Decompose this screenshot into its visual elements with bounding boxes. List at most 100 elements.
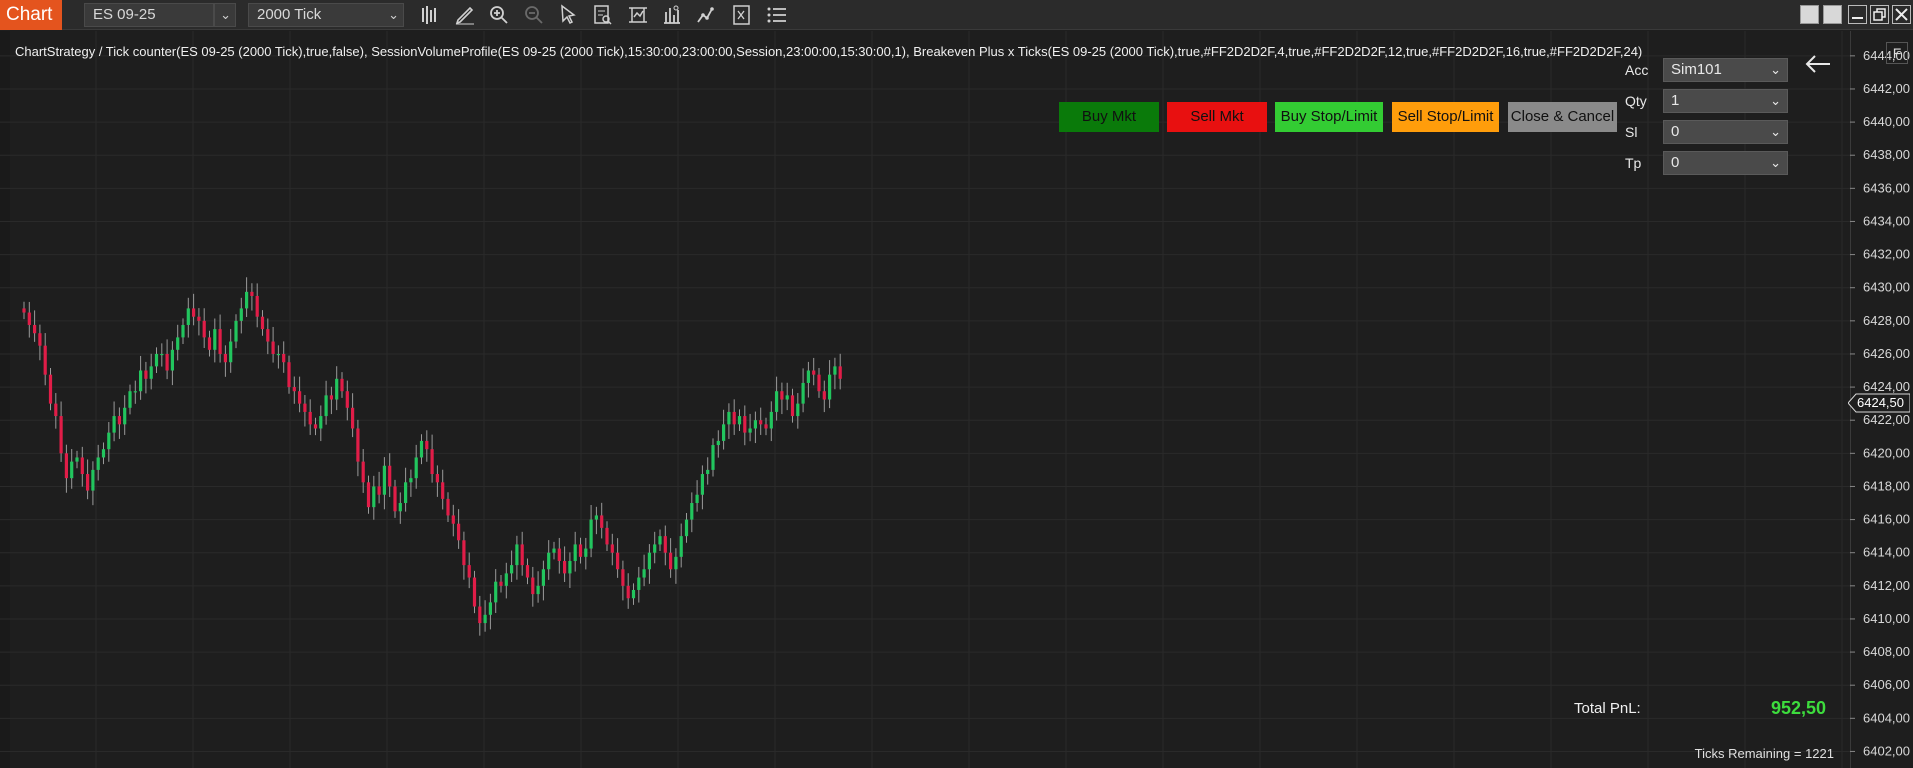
candle-down — [838, 366, 842, 379]
pointer-icon[interactable] — [556, 3, 580, 27]
candle-up — [706, 469, 710, 475]
candle-up — [170, 349, 174, 371]
candle-up — [716, 440, 720, 446]
back-arrow-icon[interactable] — [1804, 52, 1832, 76]
price-tick-label: 6414,00 — [1863, 545, 1910, 560]
period-selector[interactable]: 2000 Tick ⌄ — [248, 3, 404, 27]
candle-down — [361, 461, 365, 483]
instrument-selector[interactable]: ES 09-25 — [84, 3, 214, 27]
candle-down — [287, 362, 291, 388]
chart-style-icon[interactable] — [418, 3, 442, 27]
instrument-dropdown-button[interactable]: ⌄ — [214, 3, 236, 27]
zoom-out-icon[interactable] — [522, 3, 546, 27]
period-selector-value: 2000 Tick — [257, 6, 322, 23]
price-tick-label: 6412,00 — [1863, 578, 1910, 593]
candle-up — [647, 552, 651, 570]
stop-loss-label: Sl — [1625, 124, 1638, 140]
candle-up — [91, 469, 95, 491]
candle-up — [382, 465, 386, 495]
window-pin-button[interactable] — [1800, 5, 1819, 24]
candle-up — [133, 391, 137, 393]
candle-down — [663, 536, 667, 553]
chart-trader-icon[interactable] — [695, 3, 719, 27]
candle-down — [520, 544, 524, 566]
candle-up — [727, 411, 731, 425]
chart-toolbar: Chart ES 09-25 ⌄ 2000 Tick ⌄ — [0, 0, 1913, 30]
close-cancel-button[interactable]: Close & Cancel — [1508, 102, 1617, 132]
stop-loss-select[interactable]: 0 ⌄ — [1663, 120, 1788, 144]
candle-up — [695, 494, 699, 504]
take-profit-select[interactable]: 0 ⌄ — [1663, 151, 1788, 175]
candle-up — [653, 544, 657, 553]
candle-down — [366, 482, 371, 508]
close-icon — [1895, 8, 1908, 21]
chevron-down-icon: ⌄ — [1770, 155, 1781, 170]
candle-up — [324, 395, 328, 417]
restore-button[interactable] — [1870, 5, 1889, 24]
candle-up — [541, 569, 545, 586]
buy-market-button[interactable]: Buy Mkt — [1059, 102, 1159, 132]
candle-up — [552, 548, 556, 553]
buy-stop-limit-button[interactable]: Buy Stop/Limit — [1275, 102, 1383, 132]
candle-up — [769, 411, 773, 429]
candle-down — [669, 552, 673, 570]
data-box-icon[interactable] — [591, 3, 615, 27]
candle-down — [340, 378, 344, 392]
more-menu-icon[interactable] — [765, 3, 789, 27]
ticks-remaining: Ticks Remaining = 1221 — [1694, 746, 1834, 761]
candle-up — [785, 395, 789, 400]
candle-down — [732, 411, 736, 425]
candle-down — [202, 320, 206, 338]
candle-up — [229, 341, 233, 363]
candle-down — [43, 345, 47, 375]
candle-up — [404, 482, 408, 504]
properties-icon[interactable] — [730, 3, 754, 27]
quantity-select-value: 1 — [1671, 92, 1680, 109]
candle-down — [345, 391, 349, 408]
candle-down — [223, 353, 227, 363]
chart-tab[interactable]: Chart — [0, 0, 62, 30]
window-link-button[interactable] — [1823, 5, 1842, 24]
candle-up — [722, 424, 726, 441]
candle-down — [59, 416, 63, 454]
candle-up — [700, 474, 704, 495]
candle-down — [192, 308, 196, 317]
account-select[interactable]: Sim101 ⌄ — [1663, 58, 1788, 82]
price-chart[interactable] — [0, 31, 1850, 768]
candle-down — [48, 374, 53, 404]
candle-down — [435, 474, 439, 483]
candle-up — [674, 556, 678, 570]
candle-down — [207, 337, 212, 350]
candle-down — [425, 440, 429, 450]
price-tick-label: 6402,00 — [1863, 743, 1910, 758]
zoom-in-icon[interactable] — [487, 3, 511, 27]
candle-up — [112, 416, 116, 433]
candle-up — [594, 515, 598, 520]
sell-stop-limit-button[interactable]: Sell Stop/Limit — [1392, 102, 1499, 132]
candle-up — [398, 503, 402, 512]
minimize-button[interactable] — [1848, 5, 1867, 24]
quantity-label: Qty — [1625, 93, 1647, 109]
indicators-icon[interactable] — [626, 3, 650, 27]
candle-up — [335, 378, 339, 400]
candle-up — [483, 614, 487, 624]
take-profit-select-value: 0 — [1671, 154, 1680, 171]
candle-up — [642, 569, 646, 578]
axis-f-button[interactable]: F — [1886, 42, 1908, 64]
candle-down — [430, 449, 434, 475]
candle-down — [303, 403, 307, 412]
chevron-down-icon: ⌄ — [220, 7, 231, 22]
strategies-icon[interactable] — [660, 3, 684, 27]
candle-down — [64, 453, 68, 479]
candle-down — [790, 395, 795, 417]
sell-market-button[interactable]: Sell Mkt — [1167, 102, 1267, 132]
price-tick-label: 6410,00 — [1863, 611, 1910, 626]
candle-down — [531, 577, 535, 595]
quantity-select[interactable]: 1 ⌄ — [1663, 89, 1788, 113]
candle-down — [260, 316, 265, 330]
price-tick-label: 6436,00 — [1863, 180, 1910, 195]
candle-down — [351, 407, 355, 429]
candle-up — [409, 478, 413, 483]
drawing-pencil-icon[interactable] — [453, 3, 477, 27]
close-window-button[interactable] — [1892, 5, 1911, 24]
